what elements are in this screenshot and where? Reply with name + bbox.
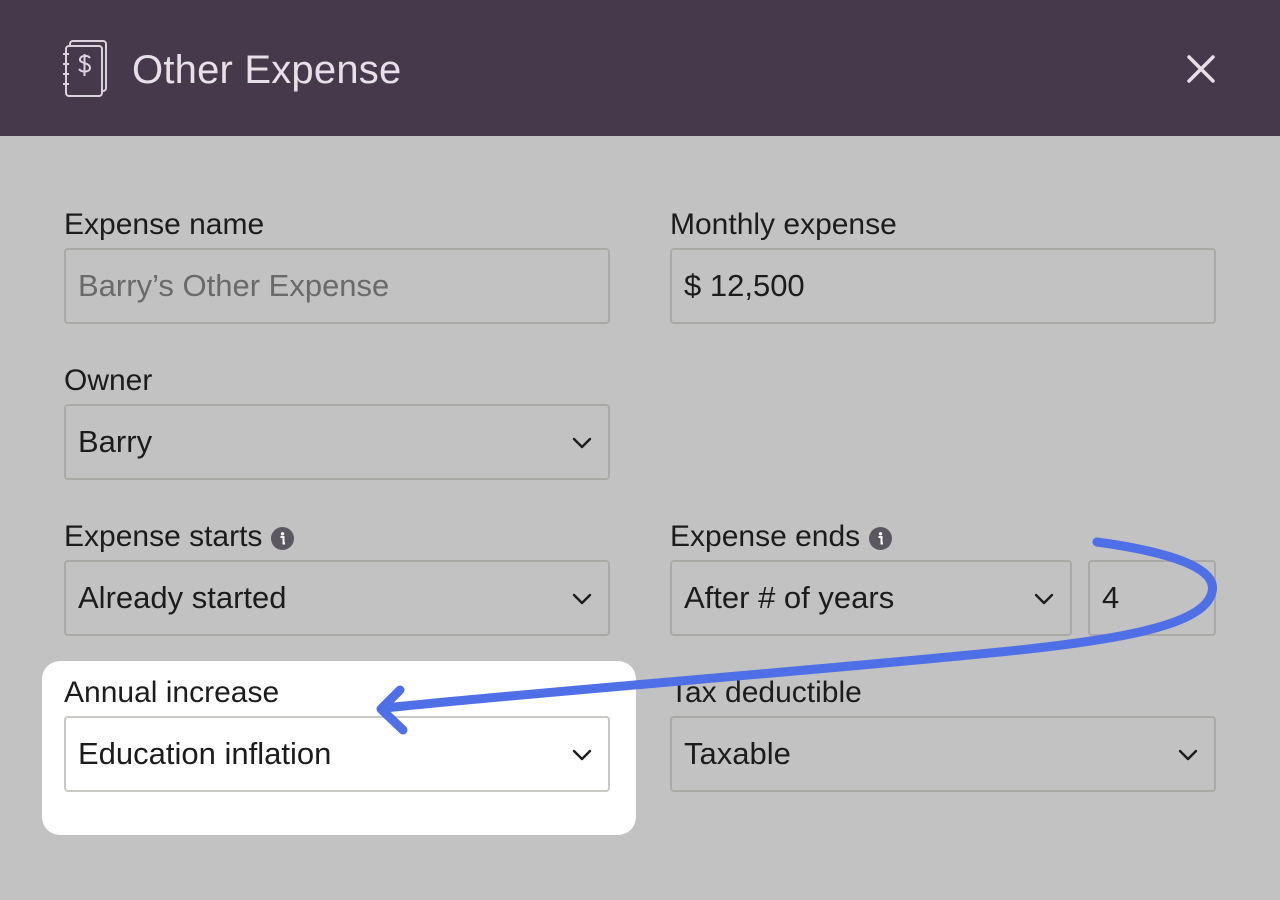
annual-increase-value: Education inflation: [78, 736, 332, 771]
chevron-down-icon: [572, 749, 592, 761]
expense-ends-label: Expense ends: [670, 519, 893, 555]
owner-label: Owner: [64, 364, 153, 397]
monthly-expense-label: Monthly expense: [670, 208, 897, 241]
chevron-down-icon: [572, 593, 592, 605]
expense-name-field[interactable]: Barry’s Other Expense: [64, 248, 610, 324]
monthly-expense-field[interactable]: $ 12,500: [670, 248, 1216, 324]
expense-ends-select[interactable]: After # of years: [670, 560, 1072, 636]
modal-header: Other Expense: [0, 0, 1280, 136]
owner-value: Barry: [78, 424, 153, 459]
annual-increase-select[interactable]: Education inflation: [64, 716, 610, 792]
expense-ends-years-input[interactable]: 4: [1088, 560, 1216, 636]
monthly-expense-value: $ 12,500: [684, 268, 805, 303]
chevron-down-icon: [1178, 749, 1198, 761]
chevron-down-icon: [572, 437, 592, 449]
ledger-dollar-icon: [62, 38, 112, 98]
annual-increase-label: Annual increase: [64, 676, 280, 709]
expense-ends-label-text: Expense ends: [670, 520, 861, 553]
expense-starts-select[interactable]: Already started: [64, 560, 610, 636]
info-icon[interactable]: [869, 526, 893, 550]
owner-select[interactable]: Barry: [64, 404, 610, 480]
expense-starts-label: Expense starts: [64, 519, 295, 555]
tax-deductible-label: Tax deductible: [670, 676, 862, 709]
expense-name-placeholder: Barry’s Other Expense: [78, 268, 390, 303]
close-icon[interactable]: [1182, 50, 1220, 88]
expense-name-label: Expense name: [64, 208, 265, 241]
expense-starts-value: Already started: [78, 580, 287, 615]
info-icon[interactable]: [271, 526, 295, 550]
chevron-down-icon: [1034, 593, 1054, 605]
modal-title: Other Expense: [132, 48, 402, 92]
expense-ends-value: After # of years: [684, 580, 895, 615]
expense-ends-years-value: 4: [1102, 580, 1120, 615]
tax-deductible-value: Taxable: [684, 736, 791, 771]
expense-starts-label-text: Expense starts: [64, 520, 263, 553]
tax-deductible-select[interactable]: Taxable: [670, 716, 1216, 792]
